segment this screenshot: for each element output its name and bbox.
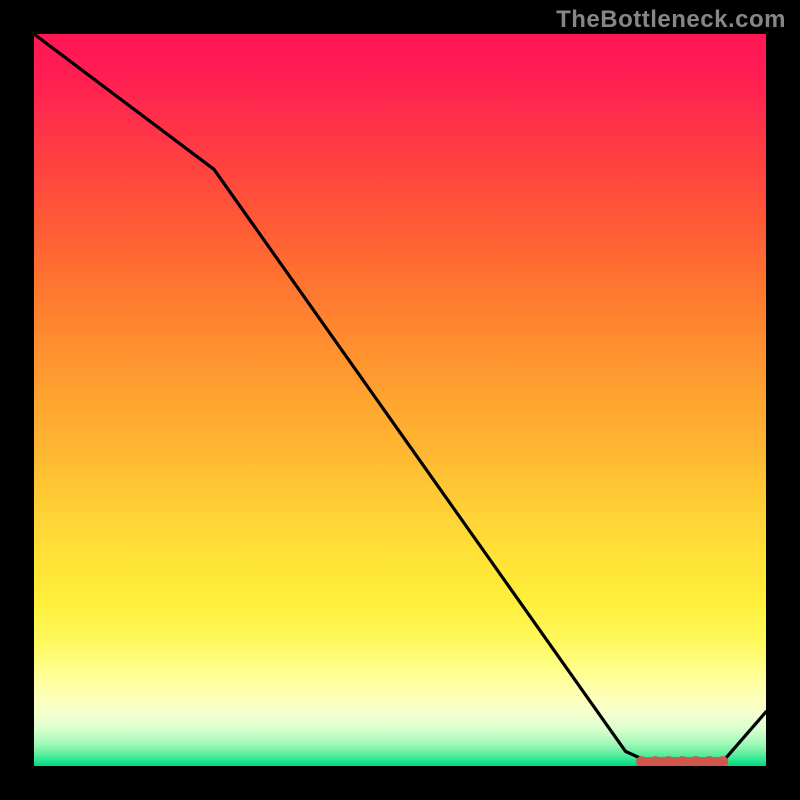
chart-svg <box>34 34 766 766</box>
data-line <box>34 34 766 762</box>
chart-canvas: TheBottleneck.com <box>0 0 800 800</box>
plot-area <box>34 34 766 766</box>
watermark-label: TheBottleneck.com <box>556 6 786 34</box>
